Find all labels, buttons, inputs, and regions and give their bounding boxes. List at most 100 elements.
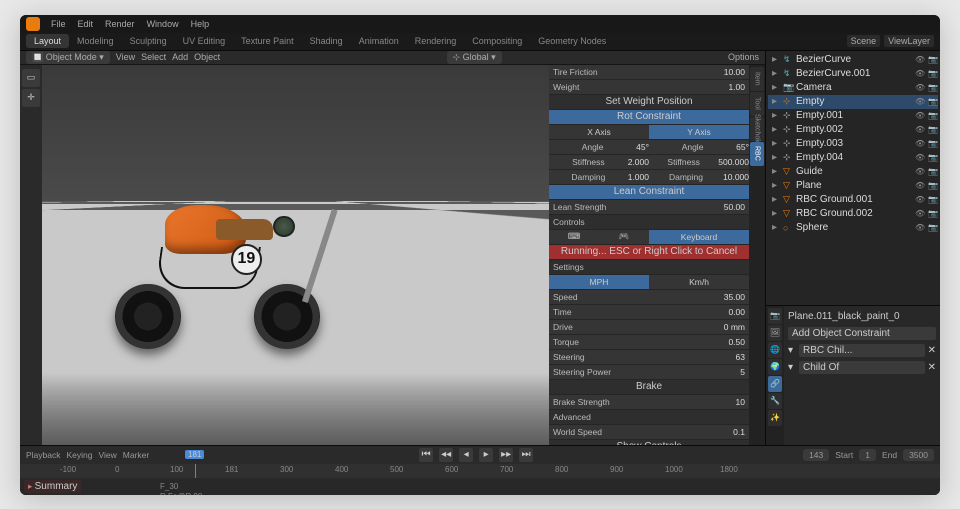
menu-render[interactable]: Render bbox=[100, 19, 140, 29]
render-icon[interactable]: 📷 bbox=[928, 139, 938, 148]
menu-add[interactable]: Add bbox=[172, 52, 188, 62]
outliner[interactable]: ▸↯BezierCurve👁📷▸↯BezierCurve.001👁📷▸📷Came… bbox=[766, 51, 940, 305]
outliner-row[interactable]: ▸▽Guide👁📷 bbox=[768, 165, 938, 179]
tab-rendering[interactable]: Rendering bbox=[407, 34, 465, 48]
tab-layout[interactable]: Layout bbox=[26, 34, 69, 48]
visibility-icon[interactable]: 👁 bbox=[915, 167, 925, 176]
speed-value[interactable]: 35.00 bbox=[724, 292, 745, 302]
tab-modeling[interactable]: Modeling bbox=[69, 34, 122, 48]
set-weight-button[interactable]: Set Weight Position bbox=[605, 96, 692, 107]
prop-tab-world-icon[interactable]: 🌍 bbox=[768, 359, 782, 375]
expand-icon[interactable]: ▸ bbox=[772, 138, 780, 149]
chevron-down-icon[interactable]: ▾ bbox=[788, 362, 796, 373]
visibility-icon[interactable]: 👁 bbox=[915, 125, 925, 134]
tab-sculpting[interactable]: Sculpting bbox=[122, 34, 175, 48]
angle-x-value[interactable]: 45° bbox=[636, 142, 649, 152]
keyboard-tab[interactable]: Keyboard bbox=[649, 230, 749, 244]
visibility-icon[interactable]: 👁 bbox=[915, 209, 925, 218]
visibility-icon[interactable]: 👁 bbox=[915, 83, 925, 92]
visibility-icon[interactable]: 👁 bbox=[915, 97, 925, 106]
tab-uv-editing[interactable]: UV Editing bbox=[175, 34, 234, 48]
jump-start-icon[interactable]: ⏮ bbox=[419, 448, 433, 462]
expand-icon[interactable]: ▸ bbox=[772, 166, 780, 177]
weight-value[interactable]: 1.00 bbox=[728, 82, 745, 92]
damping-x-value[interactable]: 1.000 bbox=[628, 172, 649, 182]
playhead[interactable] bbox=[195, 464, 196, 478]
menu-edit[interactable]: Edit bbox=[73, 19, 99, 29]
tab-rbc[interactable]: RBC bbox=[750, 142, 764, 166]
mode-selector[interactable]: 🔲 Object Mode ▾ bbox=[26, 51, 110, 64]
world-speed-value[interactable]: 0.1 bbox=[733, 427, 745, 437]
tab-tool[interactable]: Tool bbox=[750, 92, 764, 116]
tab-sketchok[interactable]: Sketchok bbox=[750, 117, 764, 141]
outliner-row[interactable]: ▸⊹Empty👁📷 bbox=[768, 95, 938, 109]
outliner-row[interactable]: ▸⊹Empty.004👁📷 bbox=[768, 151, 938, 165]
jump-end-icon[interactable]: ⏭ bbox=[519, 448, 533, 462]
timeline-body[interactable]: ▸ Summary F_30 R Fo@R 90 bbox=[20, 478, 940, 495]
kmh-tab[interactable]: Km/h bbox=[649, 275, 749, 289]
close-icon[interactable]: ✕ bbox=[928, 345, 936, 356]
expand-icon[interactable]: ▸ bbox=[772, 68, 780, 79]
drive-value[interactable]: 0 mm bbox=[724, 322, 745, 332]
outliner-row[interactable]: ▸↯BezierCurve👁📷 bbox=[768, 53, 938, 67]
outliner-row[interactable]: ▸⊹Empty.003👁📷 bbox=[768, 137, 938, 151]
visibility-icon[interactable]: 👁 bbox=[915, 181, 925, 190]
summary-row[interactable]: ▸ Summary bbox=[24, 480, 81, 493]
prop-tab-output-icon[interactable]: 🖼 bbox=[768, 325, 782, 341]
prev-keyframe-icon[interactable]: ◂◂ bbox=[439, 448, 453, 462]
play-reverse-icon[interactable]: ◂ bbox=[459, 448, 473, 462]
outliner-row[interactable]: ▸⊹Empty.001👁📷 bbox=[768, 109, 938, 123]
play-icon[interactable]: ▸ bbox=[479, 448, 493, 462]
damping-y-value[interactable]: 10.000 bbox=[723, 172, 749, 182]
stiffness-y-value[interactable]: 500.000 bbox=[718, 157, 749, 167]
add-constraint-button[interactable]: Add Object Constraint bbox=[788, 327, 936, 340]
render-icon[interactable]: 📷 bbox=[928, 209, 938, 218]
prop-tab-modifier-icon[interactable]: 🔧 bbox=[768, 393, 782, 409]
running-status[interactable]: Running... ESC or Right Click to Cancel bbox=[561, 246, 737, 257]
render-icon[interactable]: 📷 bbox=[928, 223, 938, 232]
x-axis-tab[interactable]: X Axis bbox=[549, 125, 649, 139]
menu-select[interactable]: Select bbox=[141, 52, 166, 62]
visibility-icon[interactable]: 👁 bbox=[915, 111, 925, 120]
tab-compositing[interactable]: Compositing bbox=[464, 34, 530, 48]
outliner-row[interactable]: ▸▽RBC Ground.002👁📷 bbox=[768, 207, 938, 221]
stiffness-x-value[interactable]: 2.000 bbox=[628, 157, 649, 167]
options-toggle[interactable]: Options bbox=[728, 52, 759, 62]
render-icon[interactable]: 📷 bbox=[928, 195, 938, 204]
rot-constraint-header[interactable]: Rot Constraint bbox=[617, 111, 681, 122]
expand-icon[interactable]: ▸ bbox=[772, 180, 780, 191]
expand-icon[interactable]: ▸ bbox=[772, 54, 780, 65]
outliner-row[interactable]: ▸▽RBC Ground.001👁📷 bbox=[768, 193, 938, 207]
control-icon-2[interactable]: 🎮 bbox=[599, 229, 649, 244]
3d-viewport[interactable]: 19 bbox=[42, 65, 549, 445]
tire-friction-value[interactable]: 10.00 bbox=[724, 67, 745, 77]
end-frame[interactable]: 3500 bbox=[903, 449, 934, 461]
control-icon-1[interactable]: ⌨ bbox=[549, 229, 599, 244]
render-icon[interactable]: 📷 bbox=[928, 97, 938, 106]
constraint-1[interactable]: RBC Chil... bbox=[799, 344, 925, 357]
view-menu[interactable]: View bbox=[99, 450, 117, 460]
visibility-icon[interactable]: 👁 bbox=[915, 195, 925, 204]
marker-menu[interactable]: Marker bbox=[123, 450, 149, 460]
tool-cursor-icon[interactable]: ✛ bbox=[22, 89, 40, 107]
render-icon[interactable]: 📷 bbox=[928, 69, 938, 78]
scene-selector[interactable]: Scene bbox=[847, 35, 881, 47]
outliner-row[interactable]: ▸▽Plane👁📷 bbox=[768, 179, 938, 193]
keying-menu[interactable]: Keying bbox=[67, 450, 93, 460]
steering-power-value[interactable]: 5 bbox=[740, 367, 745, 377]
chevron-down-icon[interactable]: ▾ bbox=[788, 345, 796, 356]
outliner-row[interactable]: ▸○Sphere👁📷 bbox=[768, 221, 938, 235]
visibility-icon[interactable]: 👁 bbox=[915, 55, 925, 64]
current-frame[interactable]: 143 bbox=[803, 449, 829, 461]
menu-object[interactable]: Object bbox=[194, 52, 220, 62]
render-icon[interactable]: 📷 bbox=[928, 153, 938, 162]
steering-value[interactable]: 63 bbox=[736, 352, 745, 362]
expand-icon[interactable]: ▸ bbox=[772, 152, 780, 163]
visibility-icon[interactable]: 👁 bbox=[915, 139, 925, 148]
expand-icon[interactable]: ▸ bbox=[772, 208, 780, 219]
viewlayer-selector[interactable]: ViewLayer bbox=[884, 35, 934, 47]
tab-item[interactable]: Item bbox=[750, 67, 764, 91]
expand-icon[interactable]: ▸ bbox=[772, 110, 780, 121]
prop-tab-scene-icon[interactable]: 🌐 bbox=[768, 342, 782, 358]
tab-texture-paint[interactable]: Texture Paint bbox=[233, 34, 302, 48]
